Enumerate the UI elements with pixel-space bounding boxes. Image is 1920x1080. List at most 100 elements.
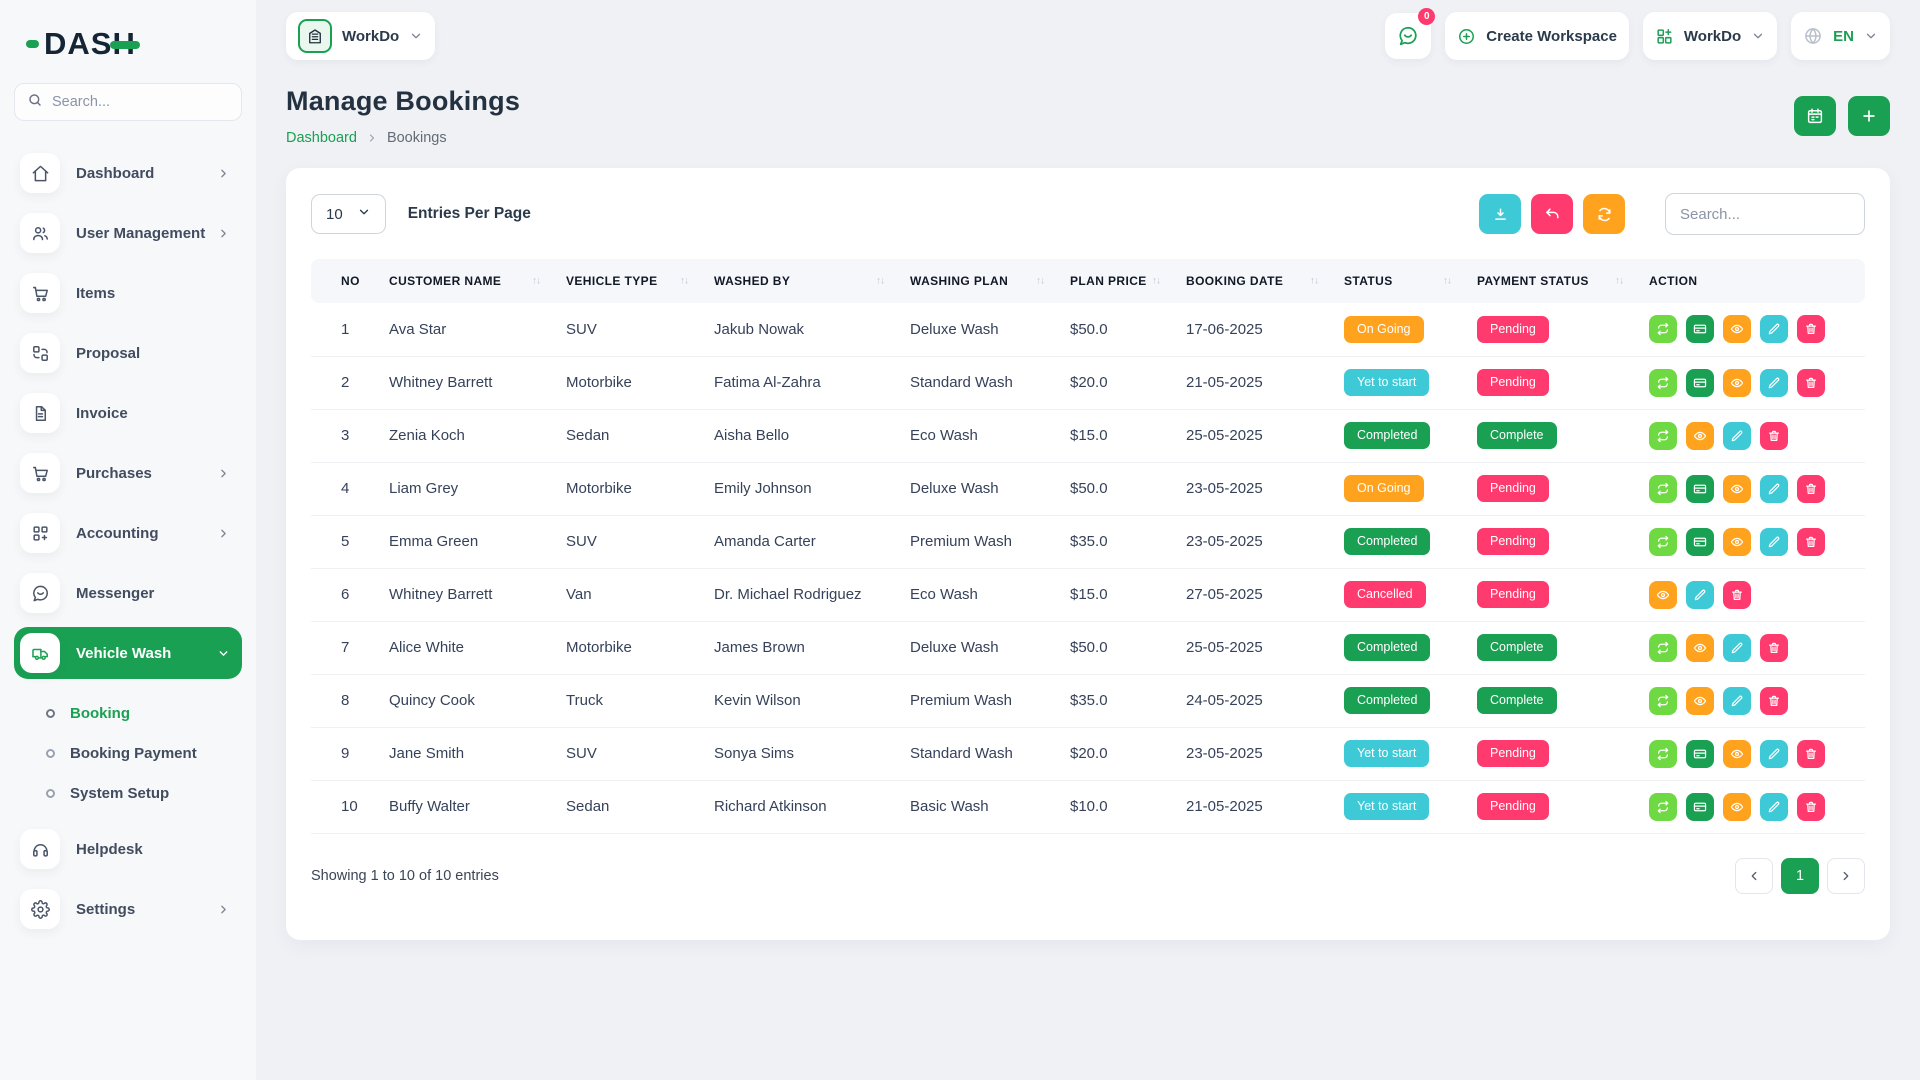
sort-arrows-icon[interactable]: ↑↓ <box>532 276 540 287</box>
breadcrumb-dashboard-link[interactable]: Dashboard <box>286 130 357 146</box>
rebook-action-button[interactable] <box>1649 740 1677 768</box>
sort-arrows-icon[interactable]: ↑↓ <box>1443 276 1451 287</box>
sidebar-item-items[interactable]: Items <box>14 267 242 319</box>
sidebar-item-helpdesk[interactable]: Helpdesk <box>14 823 242 875</box>
column-header-customer-name[interactable]: CUSTOMER NAME↑↓ <box>389 259 566 303</box>
column-header-payment-status[interactable]: PAYMENT STATUS↑↓ <box>1477 259 1649 303</box>
edit-action-button[interactable] <box>1686 581 1714 609</box>
breadcrumb-current: Bookings <box>387 130 447 146</box>
sidebar-item-proposal[interactable]: Proposal <box>14 327 242 379</box>
table-search-input[interactable] <box>1665 193 1865 235</box>
sidebar-item-user-management[interactable]: User Management <box>14 207 242 259</box>
next-page-button[interactable] <box>1827 858 1865 894</box>
sidebar-item-purchases[interactable]: Purchases <box>14 447 242 499</box>
payment-status-cell: Pending <box>1477 303 1649 356</box>
payment-action-button[interactable] <box>1686 793 1714 821</box>
view-action-button[interactable] <box>1723 315 1751 343</box>
rebook-action-button[interactable] <box>1649 422 1677 450</box>
view-action-button[interactable] <box>1686 687 1714 715</box>
rebook-action-button[interactable] <box>1649 475 1677 503</box>
edit-action-button[interactable] <box>1760 315 1788 343</box>
entries-per-page-select[interactable]: 10 <box>311 194 386 234</box>
column-header-washing-plan[interactable]: WASHING PLAN↑↓ <box>910 259 1070 303</box>
delete-action-button[interactable] <box>1723 581 1751 609</box>
status-badge: Completed <box>1344 528 1430 555</box>
delete-action-button[interactable] <box>1797 369 1825 397</box>
sidebar-subitem-system-setup[interactable]: System Setup <box>46 773 242 813</box>
sidebar-item-messenger[interactable]: Messenger <box>14 567 242 619</box>
delete-action-button[interactable] <box>1797 793 1825 821</box>
export-button[interactable] <box>1479 194 1521 234</box>
credit-card-icon <box>1693 376 1707 390</box>
sidebar-item-vehicle-wash[interactable]: Vehicle Wash <box>14 627 242 679</box>
rebook-action-button[interactable] <box>1649 793 1677 821</box>
sidebar-subitem-booking[interactable]: Booking <box>46 693 242 733</box>
previous-page-button[interactable] <box>1735 858 1773 894</box>
view-action-button[interactable] <box>1686 634 1714 662</box>
sort-arrows-icon[interactable]: ↑↓ <box>876 276 884 287</box>
edit-action-button[interactable] <box>1723 422 1751 450</box>
edit-action-button[interactable] <box>1760 369 1788 397</box>
sort-arrows-icon[interactable]: ↑↓ <box>1152 276 1160 287</box>
sort-arrows-icon[interactable]: ↑↓ <box>680 276 688 287</box>
calendar-view-button[interactable] <box>1794 96 1836 136</box>
delete-action-button[interactable] <box>1797 475 1825 503</box>
edit-action-button[interactable] <box>1760 740 1788 768</box>
add-booking-button[interactable] <box>1848 96 1890 136</box>
view-action-button[interactable] <box>1723 528 1751 556</box>
sort-arrows-icon[interactable]: ↑↓ <box>1036 276 1044 287</box>
sidebar-subitem-booking-payment[interactable]: Booking Payment <box>46 733 242 773</box>
payment-action-button[interactable] <box>1686 528 1714 556</box>
chevron-right-icon <box>217 227 230 240</box>
payment-action-button[interactable] <box>1686 369 1714 397</box>
sidebar-item-dashboard[interactable]: Dashboard <box>14 147 242 199</box>
column-header-vehicle-type[interactable]: VEHICLE TYPE↑↓ <box>566 259 714 303</box>
workspace-switcher[interactable]: WorkDo <box>286 12 435 60</box>
view-action-button[interactable] <box>1686 422 1714 450</box>
delete-action-button[interactable] <box>1797 315 1825 343</box>
rebook-action-button[interactable] <box>1649 528 1677 556</box>
sidebar-item-settings[interactable]: Settings <box>14 883 242 935</box>
delete-action-button[interactable] <box>1797 528 1825 556</box>
sidebar-item-invoice[interactable]: Invoice <box>14 387 242 439</box>
eye-icon <box>1730 535 1744 549</box>
rebook-action-button[interactable] <box>1649 315 1677 343</box>
rebook-action-button[interactable] <box>1649 369 1677 397</box>
row-number: 8 <box>311 674 389 727</box>
view-action-button[interactable] <box>1723 369 1751 397</box>
sort-arrows-icon[interactable]: ↑↓ <box>1310 276 1318 287</box>
refresh-button[interactable] <box>1583 194 1625 234</box>
view-action-button[interactable] <box>1723 793 1751 821</box>
washing-plan: Standard Wash <box>910 727 1070 780</box>
edit-action-button[interactable] <box>1760 528 1788 556</box>
view-action-button[interactable] <box>1649 581 1677 609</box>
delete-action-button[interactable] <box>1760 634 1788 662</box>
sidebar-item-accounting[interactable]: Accounting <box>14 507 242 559</box>
messages-button[interactable]: 0 <box>1385 13 1431 59</box>
column-header-status[interactable]: STATUS↑↓ <box>1344 259 1477 303</box>
edit-action-button[interactable] <box>1723 687 1751 715</box>
sidebar-search-input[interactable] <box>52 94 229 110</box>
column-header-washed-by[interactable]: WASHED BY↑↓ <box>714 259 910 303</box>
workdo-menu-button[interactable]: WorkDo <box>1643 12 1777 60</box>
page-1-button[interactable]: 1 <box>1781 858 1819 894</box>
edit-action-button[interactable] <box>1760 793 1788 821</box>
rebook-action-button[interactable] <box>1649 687 1677 715</box>
column-header-plan-price[interactable]: PLAN PRICE↑↓ <box>1070 259 1186 303</box>
language-selector[interactable]: EN <box>1791 12 1890 60</box>
view-action-button[interactable] <box>1723 740 1751 768</box>
create-workspace-button[interactable]: Create Workspace <box>1445 12 1629 60</box>
delete-action-button[interactable] <box>1760 687 1788 715</box>
edit-action-button[interactable] <box>1723 634 1751 662</box>
sort-arrows-icon[interactable]: ↑↓ <box>1615 276 1623 287</box>
delete-action-button[interactable] <box>1760 422 1788 450</box>
payment-action-button[interactable] <box>1686 315 1714 343</box>
column-header-booking-date[interactable]: BOOKING DATE↑↓ <box>1186 259 1344 303</box>
delete-action-button[interactable] <box>1797 740 1825 768</box>
payment-action-button[interactable] <box>1686 740 1714 768</box>
payment-action-button[interactable] <box>1686 475 1714 503</box>
edit-action-button[interactable] <box>1760 475 1788 503</box>
view-action-button[interactable] <box>1723 475 1751 503</box>
rebook-action-button[interactable] <box>1649 634 1677 662</box>
reset-button[interactable] <box>1531 194 1573 234</box>
